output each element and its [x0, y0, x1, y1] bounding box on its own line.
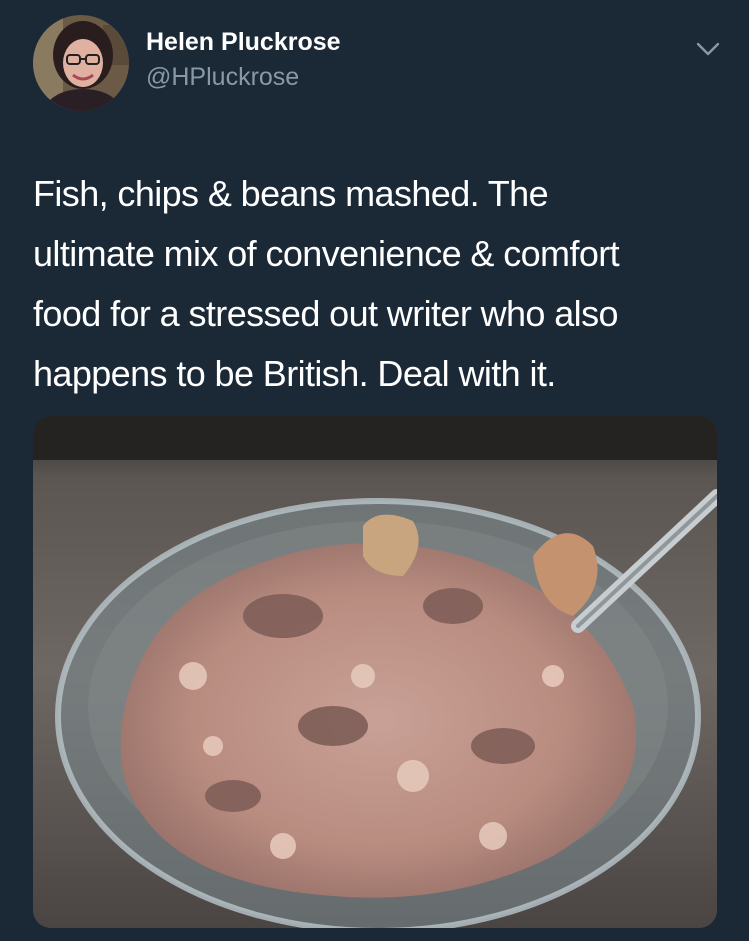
tweet-text: Fish, chips & beans mashed. The ultimate… [33, 164, 723, 404]
avatar[interactable] [33, 15, 129, 111]
tweet-text-line: Fish, chips & beans mashed. The [33, 173, 549, 214]
tweet-text-line: happens to be British. Deal with it. [33, 353, 556, 394]
author-name[interactable]: Helen Pluckrose [146, 28, 341, 57]
tweet-text-line: ultimate mix of convenience & comfort [33, 233, 620, 274]
tweet-photo[interactable] [33, 416, 717, 928]
tweet-text-line: food for a stressed out writer who also [33, 293, 619, 334]
profile-photo [33, 15, 129, 111]
author-handle[interactable]: @HPluckrose [146, 63, 299, 92]
chevron-down-icon[interactable] [694, 35, 722, 63]
food-photo [33, 416, 717, 928]
